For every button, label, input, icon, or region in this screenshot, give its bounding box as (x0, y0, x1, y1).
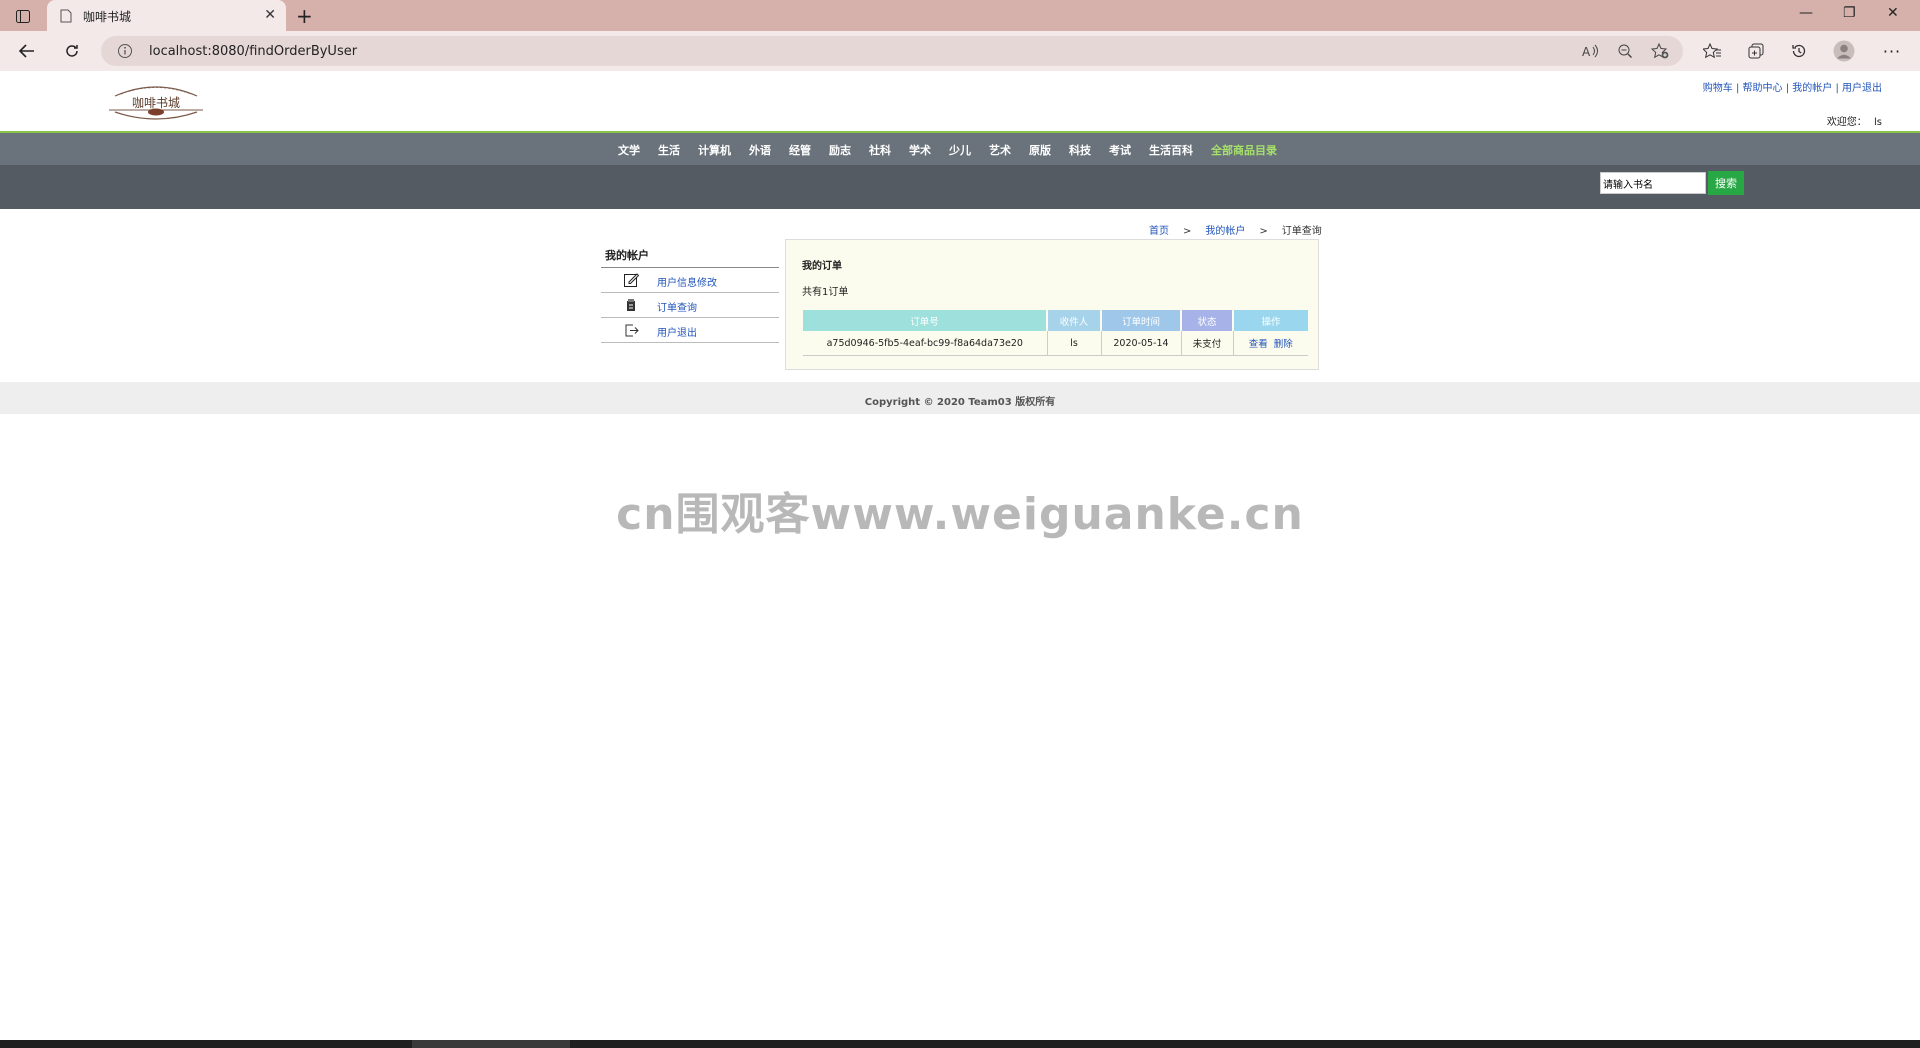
refresh-icon[interactable] (60, 39, 84, 63)
welcome-label: 欢迎您： (1826, 117, 1867, 128)
nav-item-technology[interactable]: 科技 (1069, 142, 1091, 158)
new-tab-button[interactable]: + (296, 4, 313, 28)
taskbar-item[interactable] (412, 1040, 570, 1048)
column-header-order-id: 订单号 (803, 310, 1048, 331)
category-nav: 文学 生活 计算机 外语 经管 励志 社科 学术 少儿 艺术 原版 科技 考试 … (0, 133, 1920, 165)
help-center-link[interactable]: 帮助中心 (1743, 83, 1783, 94)
zoom-out-icon[interactable] (1617, 43, 1633, 63)
search-band: 搜索 (0, 165, 1920, 209)
table-row: a75d0946-5fb5-4eaf-bc99-f8a64da73e20 ls … (803, 331, 1308, 356)
sidebar-item-edit-profile[interactable]: 用户信息修改 (601, 268, 779, 293)
column-header-status: 状态 (1181, 310, 1234, 331)
sidebar-title: 我的帐户 (601, 245, 779, 268)
actions-cell: 查看 删除 (1233, 331, 1308, 356)
nav-item-computer[interactable]: 计算机 (698, 142, 731, 158)
breadcrumb-separator: > (1259, 226, 1268, 237)
top-links: 购物车 | 帮助中心 | 我的帐户 | 用户退出 (1702, 83, 1882, 94)
profile-avatar-icon[interactable] (1832, 39, 1856, 63)
breadcrumb-current: 订单查询 (1281, 226, 1322, 237)
close-tab-icon[interactable]: ✕ (264, 7, 276, 23)
sidebar-item-label[interactable]: 用户退出 (657, 324, 697, 339)
nav-item-management[interactable]: 经管 (789, 142, 811, 158)
nav-item-social-science[interactable]: 社科 (869, 142, 891, 158)
breadcrumb: 首页 > 我的帐户 > 订单查询 (1149, 222, 1322, 237)
sidebar-item-logout[interactable]: 用户退出 (601, 318, 779, 343)
nav-item-art[interactable]: 艺术 (989, 142, 1011, 158)
column-header-receiver: 收件人 (1047, 310, 1102, 331)
minimize-icon[interactable]: — (1799, 5, 1813, 21)
watermark-text: cn围观客www.weiguanke.cn (616, 489, 1304, 540)
delete-order-link[interactable]: 删除 (1274, 339, 1293, 350)
my-account-link[interactable]: 我的帐户 (1792, 83, 1832, 94)
logout-link[interactable]: 用户退出 (1842, 83, 1882, 94)
more-menu-icon[interactable]: ··· (1880, 39, 1904, 63)
logo-text: 咖啡书城 (132, 95, 180, 110)
username: ls (1874, 117, 1882, 128)
cart-link[interactable]: 购物车 (1703, 83, 1733, 94)
url-text[interactable]: localhost:8080/findOrderByUser (149, 44, 357, 59)
page-icon (60, 8, 72, 27)
sidebar-item-orders[interactable]: 订单查询 (601, 293, 779, 318)
nav-item-all-products[interactable]: 全部商品目录 (1211, 142, 1277, 158)
order-table: 订单号 收件人 订单时间 状态 操作 a75d0946-5fb5-4eaf-bc… (803, 310, 1308, 356)
browser-tab[interactable]: 咖啡书城 ✕ (47, 0, 286, 31)
history-icon[interactable] (1787, 39, 1811, 63)
copyright-text: Copyright © 2020 Team03 版权所有 (864, 397, 1056, 408)
add-favorite-icon[interactable] (1650, 42, 1669, 63)
logout-icon (624, 323, 640, 342)
browser-toolbar: localhost:8080/findOrderByUser A ··· (0, 31, 1920, 72)
edit-icon (624, 273, 640, 292)
nav-item-original[interactable]: 原版 (1029, 142, 1051, 158)
site-logo[interactable]: 咖啡书城 (107, 82, 205, 122)
nav-item-life[interactable]: 生活 (658, 142, 680, 158)
tab-actions-icon[interactable] (10, 6, 36, 26)
nav-item-foreign-language[interactable]: 外语 (749, 142, 771, 158)
nav-item-exam[interactable]: 考试 (1109, 142, 1131, 158)
order-panel-title: 我的订单 (802, 261, 842, 272)
column-header-actions: 操作 (1233, 310, 1308, 331)
account-sidebar: 我的帐户 用户信息修改 订单查询 用户退出 (601, 245, 779, 343)
favorites-icon[interactable] (1700, 39, 1724, 63)
welcome-text: 欢迎您： ls (1827, 113, 1882, 128)
site-footer: Copyright © 2020 Team03 版权所有 (0, 382, 1920, 414)
back-icon[interactable] (15, 39, 39, 63)
receiver-cell: ls (1047, 331, 1102, 356)
breadcrumb-separator: > (1183, 226, 1192, 237)
browser-tab-bar: 咖啡书城 ✕ + — ❐ ✕ (0, 0, 1920, 31)
nav-item-children[interactable]: 少儿 (949, 142, 971, 158)
order-panel: 我的订单 共有1订单 订单号 收件人 订单时间 状态 操作 a75d0946-5… (785, 239, 1319, 370)
read-aloud-icon[interactable]: A (1581, 43, 1599, 63)
breadcrumb-home[interactable]: 首页 (1149, 226, 1169, 237)
os-taskbar (0, 1040, 1920, 1048)
view-order-link[interactable]: 查看 (1249, 339, 1268, 350)
breadcrumb-account[interactable]: 我的帐户 (1205, 226, 1245, 237)
nav-item-inspiration[interactable]: 励志 (829, 142, 851, 158)
table-header-row: 订单号 收件人 订单时间 状态 操作 (803, 310, 1308, 331)
orders-icon (624, 298, 640, 317)
order-count: 共有1订单 (802, 287, 849, 298)
site-header: 咖啡书城 购物车 | 帮助中心 | 我的帐户 | 用户退出 欢迎您： ls (0, 71, 1920, 131)
sidebar-item-label[interactable]: 订单查询 (657, 299, 697, 314)
address-bar[interactable]: localhost:8080/findOrderByUser A (101, 36, 1683, 66)
window-close-icon[interactable]: ✕ (1887, 5, 1899, 21)
svg-text:A: A (1582, 45, 1591, 59)
status-cell: 未支付 (1181, 331, 1234, 356)
time-cell: 2020-05-14 (1101, 331, 1182, 356)
tab-title: 咖啡书城 (83, 10, 132, 24)
column-header-time: 订单时间 (1101, 310, 1182, 331)
site-info-icon[interactable] (117, 43, 133, 63)
collections-icon[interactable] (1744, 39, 1768, 63)
search-button[interactable]: 搜索 (1708, 171, 1744, 195)
nav-item-encyclopedia[interactable]: 生活百科 (1149, 142, 1193, 158)
order-id-cell: a75d0946-5fb5-4eaf-bc99-f8a64da73e20 (803, 331, 1048, 356)
sidebar-item-label[interactable]: 用户信息修改 (657, 274, 717, 289)
nav-item-literature[interactable]: 文学 (618, 142, 640, 158)
search-input[interactable] (1600, 172, 1706, 194)
nav-item-academic[interactable]: 学术 (909, 142, 931, 158)
restore-icon[interactable]: ❐ (1843, 5, 1856, 21)
